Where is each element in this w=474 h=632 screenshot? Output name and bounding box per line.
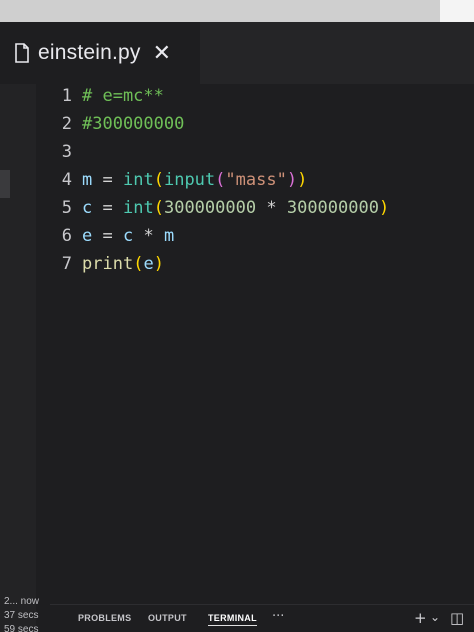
- tab-output[interactable]: OUTPUT: [148, 613, 187, 623]
- vscode-screen: einstein.py ✕ 1 # e=mc** 2 #300000000 3 …: [0, 0, 474, 632]
- code-text: m = int(input("mass")): [82, 170, 308, 190]
- code-comment: #300000000: [82, 114, 185, 134]
- code-line[interactable]: 6 e = c * m: [36, 224, 175, 248]
- panel-tab-bar: PROBLEMS OUTPUT TERMINAL ··· + ⌄ ◫: [50, 604, 474, 632]
- chevron-down-icon[interactable]: ⌄: [430, 610, 440, 624]
- code-text: print(e): [82, 254, 164, 274]
- timeline-status: 2... now 37 secs 59 secs: [0, 592, 50, 632]
- sidebar-indicator[interactable]: [0, 170, 10, 198]
- status-line-1: 2... now: [4, 596, 40, 607]
- close-icon[interactable]: ✕: [153, 42, 171, 64]
- more-icon[interactable]: ···: [272, 609, 284, 624]
- status-line-3: 59 secs: [4, 624, 39, 632]
- status-line-2: 37 secs: [4, 610, 39, 621]
- code-line[interactable]: 3: [36, 140, 82, 164]
- line-number: 3: [61, 142, 72, 162]
- line-number: 1: [61, 86, 72, 106]
- code-editor[interactable]: 1 # e=mc** 2 #300000000 3 4 m = int(inpu…: [36, 84, 474, 604]
- top-right-window-control[interactable]: [440, 0, 474, 22]
- code-line[interactable]: 4 m = int(input("mass")): [36, 168, 308, 192]
- tab-terminal[interactable]: TERMINAL: [208, 613, 257, 626]
- code-line[interactable]: 1 # e=mc**: [36, 84, 164, 108]
- activity-sidebar: [0, 22, 36, 632]
- line-number: 5: [61, 198, 72, 218]
- tab-file-name: einstein.py: [38, 41, 141, 64]
- file-icon: [14, 43, 30, 63]
- code-comment: # e=mc**: [82, 86, 164, 106]
- code-text: e = c * m: [82, 226, 175, 246]
- code-line[interactable]: 2 #300000000: [36, 112, 185, 136]
- editor-tab-bar: einstein.py ✕: [0, 22, 474, 84]
- split-terminal-icon[interactable]: ◫: [450, 609, 464, 627]
- code-text: c = int(300000000 * 300000000): [82, 198, 390, 218]
- code-line[interactable]: 7 print(e): [36, 252, 164, 276]
- line-number: 4: [61, 170, 72, 190]
- line-number: 7: [61, 254, 72, 274]
- top-window-strip: [0, 0, 474, 22]
- tab-einstein-py[interactable]: einstein.py ✕: [0, 22, 200, 84]
- tab-problems[interactable]: PROBLEMS: [78, 613, 131, 623]
- code-line[interactable]: 5 c = int(300000000 * 300000000): [36, 196, 389, 220]
- line-number: 2: [61, 114, 72, 134]
- line-number: 6: [61, 226, 72, 246]
- add-terminal-icon[interactable]: +: [414, 609, 427, 627]
